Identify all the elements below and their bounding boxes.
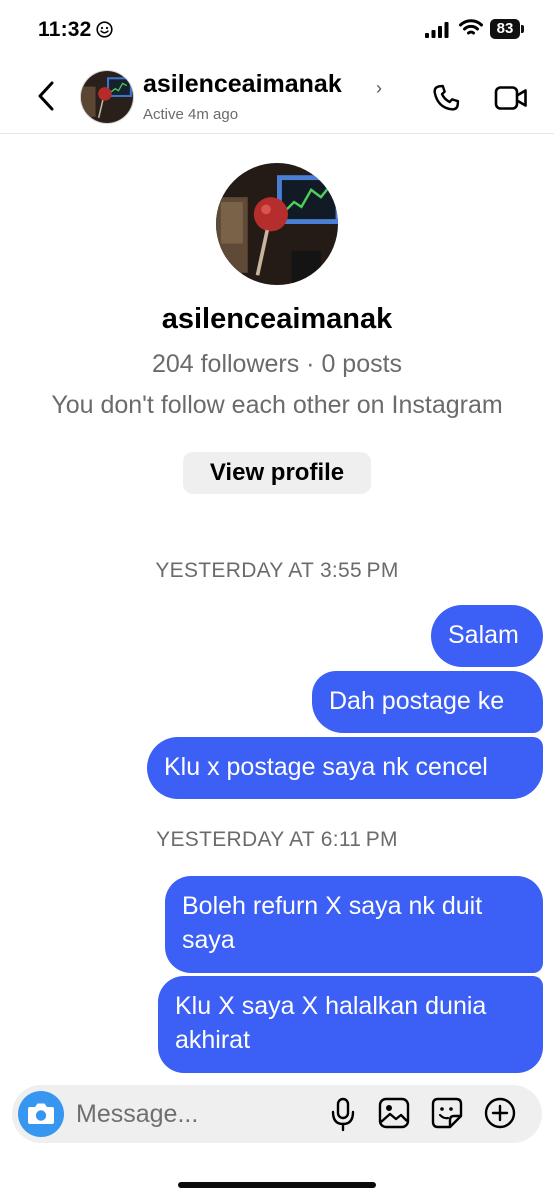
avatar-image bbox=[216, 163, 338, 285]
message-bubble[interactable]: Boleh refurn X saya nk duit saya bbox=[165, 876, 543, 973]
battery-tip bbox=[521, 25, 524, 33]
phone-icon[interactable] bbox=[430, 82, 462, 114]
gallery-icon[interactable] bbox=[377, 1096, 411, 1130]
back-chevron-icon[interactable] bbox=[36, 80, 56, 112]
header-username[interactable]: asilenceaimanak bbox=[143, 70, 342, 99]
message-bubble[interactable]: Salam bbox=[431, 605, 543, 667]
cellular-signal-icon bbox=[425, 22, 449, 38]
timestamp-divider: YESTERDAY AT 3:55 PM bbox=[155, 559, 399, 582]
status-time: 11:32 bbox=[38, 18, 92, 41]
message-bubble[interactable]: Dah postage ke bbox=[312, 671, 543, 733]
chevron-right-icon[interactable]: › bbox=[376, 78, 382, 99]
camera-button[interactable] bbox=[18, 1091, 64, 1137]
timestamp-divider: YESTERDAY AT 6:11 PM bbox=[156, 828, 398, 851]
follow-relationship: You don't follow each other on Instagram bbox=[51, 391, 503, 419]
active-status: Active 4m ago bbox=[143, 106, 239, 123]
message-bubble[interactable]: Klu x postage saya nk cencel bbox=[147, 737, 543, 799]
focus-smiley-icon bbox=[96, 21, 113, 38]
view-profile-button[interactable]: View profile bbox=[183, 452, 371, 494]
home-indicator bbox=[178, 1182, 376, 1188]
message-input[interactable] bbox=[76, 1095, 316, 1133]
profile-username: asilenceaimanak bbox=[161, 303, 393, 335]
plus-icon[interactable] bbox=[483, 1096, 517, 1130]
sticker-icon[interactable] bbox=[430, 1096, 464, 1130]
microphone-icon[interactable] bbox=[330, 1096, 356, 1132]
camera-icon bbox=[28, 1103, 54, 1124]
profile-avatar[interactable] bbox=[216, 163, 338, 285]
battery-indicator: 83 bbox=[490, 19, 520, 39]
header-divider bbox=[0, 133, 554, 134]
profile-stats: 204 followers · 0 posts bbox=[151, 350, 403, 378]
message-bubble[interactable]: Klu X saya X halalkan dunia akhirat bbox=[158, 976, 543, 1073]
header-avatar[interactable] bbox=[80, 70, 134, 124]
video-camera-icon[interactable] bbox=[494, 84, 528, 112]
avatar-image bbox=[81, 71, 133, 123]
wifi-icon bbox=[459, 19, 483, 35]
